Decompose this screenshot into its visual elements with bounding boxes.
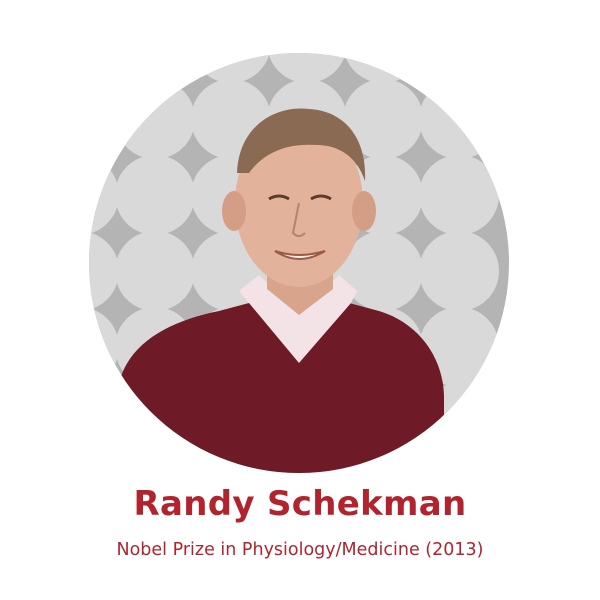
pattern-circle (89, 53, 119, 83)
pattern-circle (89, 79, 119, 159)
pattern-circle (419, 231, 499, 311)
right-ear (352, 191, 376, 231)
pattern-circle (115, 231, 195, 311)
award-caption: Nobel Prize in Physiology/Medicine (2013… (116, 540, 484, 560)
left-ear (222, 191, 246, 231)
person-name: Randy Schekman (133, 484, 467, 524)
pattern-circle (419, 155, 499, 235)
pattern-circle (89, 383, 119, 463)
pattern-circle (115, 79, 195, 159)
portrait-photo (89, 53, 509, 473)
pattern-circle (115, 155, 195, 235)
pattern-circle (419, 53, 499, 83)
pattern-circle (115, 53, 195, 83)
pattern-circle (419, 79, 499, 159)
